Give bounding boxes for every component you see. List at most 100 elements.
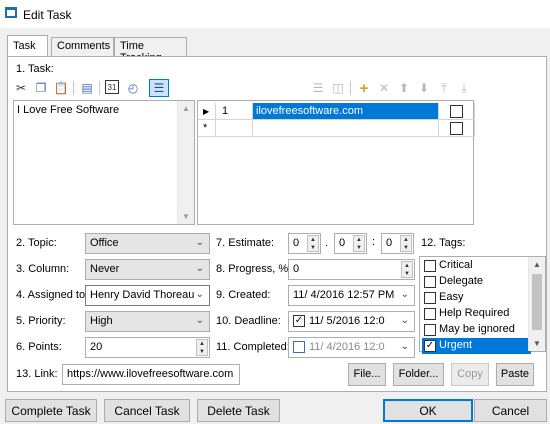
created-date-picker[interactable]: 11/ 4/2016 12:57 PM ⌄ xyxy=(288,285,415,306)
toolbar-separator xyxy=(350,81,351,95)
completed-checkbox[interactable] xyxy=(293,341,305,353)
completed-date-picker[interactable]: 11/ 4/2016 12:0 ⌄ xyxy=(288,337,415,358)
spinner-arrows-icon[interactable]: ▲ ▼ xyxy=(307,235,319,252)
paste-icon[interactable]: 📋 xyxy=(53,80,69,96)
folder-button[interactable]: Folder... xyxy=(393,363,444,386)
copy-button[interactable]: Copy xyxy=(451,363,489,386)
chevron-down-icon: ⌄ xyxy=(400,341,409,352)
scroll-down-icon[interactable]: ▼ xyxy=(533,339,541,348)
points-spinner[interactable]: 20 ▲ ▼ xyxy=(85,337,210,358)
list-item[interactable]: ✓ Urgent xyxy=(422,338,531,354)
paste-special-icon[interactable]: ▤ xyxy=(79,80,95,96)
spinner-arrows-icon[interactable]: ▲ ▼ xyxy=(353,235,365,252)
tags-label: 12. Tags: xyxy=(421,237,466,249)
table-row[interactable]: ▶ 1 ilovefreesoftware.com xyxy=(198,103,475,120)
chevron-down-icon: ⌄ xyxy=(400,315,409,326)
checkbox[interactable] xyxy=(424,308,436,320)
checkbox[interactable] xyxy=(450,122,463,135)
list-item[interactable]: Help Required xyxy=(422,306,531,322)
assigned-combo[interactable]: Henry David Thoreau ⌄ xyxy=(85,285,210,306)
estimate-seconds[interactable]: 0 ▲ ▼ xyxy=(381,233,414,254)
subtask-text-cell[interactable] xyxy=(253,120,439,137)
checkbox[interactable] xyxy=(424,324,436,336)
tags-list[interactable]: Critical Delegate Easy Help Required May… xyxy=(419,256,546,354)
estimate-minutes[interactable]: 0 ▲ ▼ xyxy=(334,233,367,254)
delete-task-button[interactable]: Delete Task xyxy=(197,399,280,422)
points-value: 20 xyxy=(90,341,103,353)
deadline-label: 10. Deadline: xyxy=(216,315,281,327)
complete-task-button[interactable]: Complete Task xyxy=(5,399,97,422)
row-marker: * xyxy=(198,120,216,137)
completed-label: 11. Completed: xyxy=(216,341,290,353)
topic-combo[interactable]: Office ⌄ xyxy=(85,233,210,254)
tab-time-tracking[interactable]: Time Tracking xyxy=(114,37,187,64)
scroll-thumb[interactable] xyxy=(532,274,542,330)
priority-label: 5. Priority: xyxy=(16,315,66,327)
list-icon[interactable]: ☰ xyxy=(149,79,169,97)
completed-value: 11/ 4/2016 12:0 xyxy=(309,341,385,353)
deadline-checkbox[interactable]: ✓ xyxy=(293,315,305,327)
chevron-down-icon: ⌄ xyxy=(195,263,204,274)
column-label: 3. Column: xyxy=(16,263,70,275)
rows-icon[interactable]: ☰ xyxy=(310,80,326,96)
table-row[interactable]: * xyxy=(198,120,475,137)
list-item[interactable]: Critical xyxy=(422,258,531,274)
deadline-value: 11/ 5/2016 12:0 xyxy=(309,315,385,327)
task-text-area[interactable]: I Love Free Software ▲ ▼ xyxy=(13,100,195,225)
scroll-up-icon[interactable]: ▲ xyxy=(533,260,541,269)
cancel-task-button[interactable]: Cancel Task xyxy=(104,399,190,422)
estimate-hours[interactable]: 0 ▲ ▼ xyxy=(288,233,321,254)
checkbox[interactable] xyxy=(424,276,436,288)
tab-task[interactable]: Task xyxy=(7,35,48,57)
tag-name: Urgent xyxy=(439,339,473,351)
created-value: 11/ 4/2016 12:57 PM xyxy=(293,289,395,301)
calendar-icon[interactable]: 31 xyxy=(105,80,119,94)
delete-icon[interactable]: ✕ xyxy=(376,80,392,96)
list-item[interactable]: Easy xyxy=(422,290,531,306)
assigned-label: 4. Assigned to: xyxy=(16,289,89,301)
checkbox[interactable]: ✓ xyxy=(424,340,436,352)
move-down-icon[interactable]: ⬇ xyxy=(416,80,432,96)
priority-combo[interactable]: High ⌄ xyxy=(85,311,210,332)
topic-label: 2. Topic: xyxy=(16,237,57,249)
list-item[interactable]: Delegate xyxy=(422,274,531,290)
scroll-down-icon[interactable]: ▼ xyxy=(182,212,190,221)
subtask-grid[interactable]: ▶ 1 ilovefreesoftware.com * xyxy=(197,100,475,225)
title-bar: Edit Task xyxy=(0,0,550,28)
move-bottom-icon[interactable]: ⤓ xyxy=(456,80,472,96)
progress-spinner[interactable]: 0 ▲ ▼ xyxy=(288,259,415,280)
file-button[interactable]: File... xyxy=(348,363,386,386)
link-input[interactable]: https://www.ilovefreesoftware.com xyxy=(62,364,240,385)
subtask-done-cell[interactable] xyxy=(439,103,475,120)
cancel-button[interactable]: Cancel xyxy=(474,399,547,422)
spinner-arrows-icon[interactable]: ▲ ▼ xyxy=(401,261,413,278)
move-up-icon[interactable]: ⬆ xyxy=(396,80,412,96)
copy-icon[interactable]: ❐ xyxy=(33,80,49,96)
tab-comments[interactable]: Comments xyxy=(51,37,114,56)
list-item[interactable]: May be ignored xyxy=(422,322,531,338)
deadline-date-picker[interactable]: ✓ 11/ 5/2016 12:0 ⌄ xyxy=(288,311,415,332)
paste-button[interactable]: Paste xyxy=(496,363,534,386)
subtask-text-cell[interactable]: ilovefreesoftware.com xyxy=(253,103,439,120)
subtask-done-cell[interactable] xyxy=(439,120,475,137)
checkbox[interactable] xyxy=(424,260,436,272)
ok-button[interactable]: OK xyxy=(383,399,473,422)
spinner-arrows-icon[interactable]: ▲ ▼ xyxy=(196,339,208,356)
column-combo[interactable]: Never ⌄ xyxy=(85,259,210,280)
columns-icon[interactable]: ◫ xyxy=(330,80,346,96)
estimate-label: 7. Estimate: xyxy=(216,237,275,249)
task-text-scrollbar[interactable]: ▲ ▼ xyxy=(177,101,194,224)
move-top-icon[interactable]: ⤒ xyxy=(436,80,452,96)
clock-icon[interactable]: ◴ xyxy=(125,80,141,96)
progress-label: 8. Progress, %: xyxy=(216,263,292,275)
scroll-up-icon[interactable]: ▲ xyxy=(182,104,190,113)
checkbox[interactable] xyxy=(450,105,463,118)
spinner-arrows-icon[interactable]: ▲ ▼ xyxy=(400,235,412,252)
window-title: Edit Task xyxy=(23,8,72,22)
tags-scrollbar[interactable]: ▲ ▼ xyxy=(528,257,545,351)
cut-icon[interactable]: ✂ xyxy=(13,80,29,96)
checkbox[interactable] xyxy=(424,292,436,304)
link-label: 13. Link: xyxy=(16,368,58,380)
row-marker: ▶ xyxy=(198,103,216,120)
add-icon[interactable]: + xyxy=(356,80,372,97)
